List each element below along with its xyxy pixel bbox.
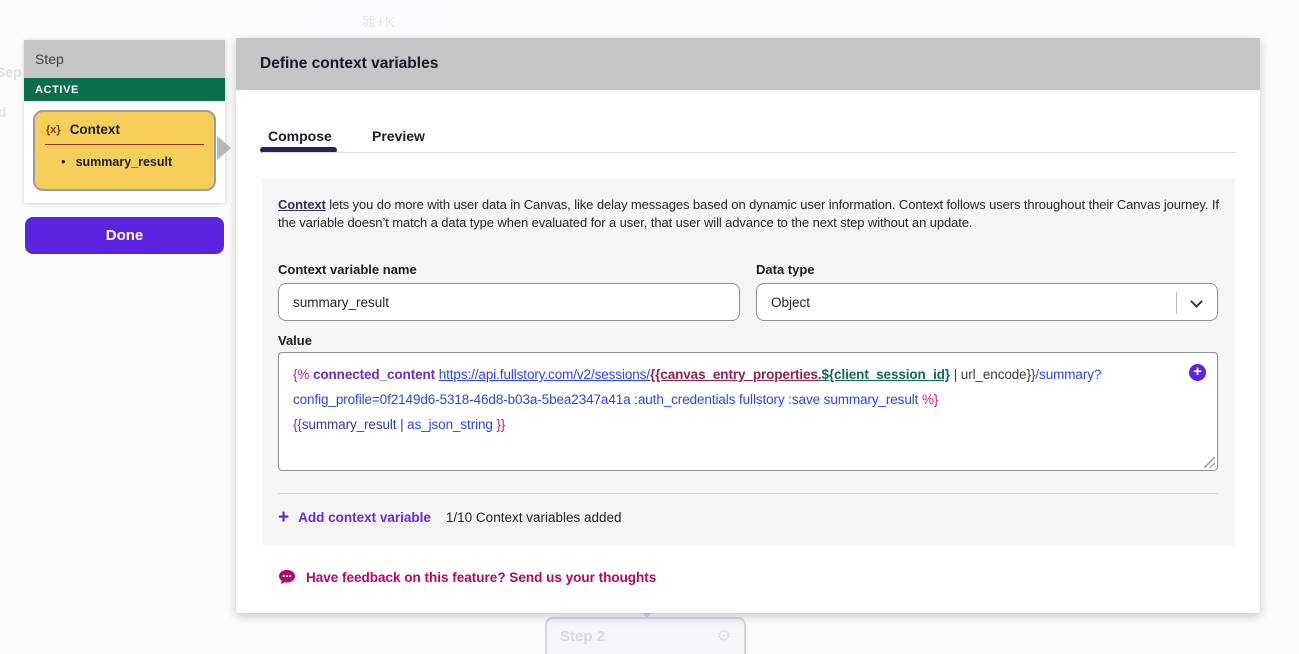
resize-handle-icon[interactable] — [1204, 457, 1215, 468]
context-variable-name: summary_result — [76, 155, 173, 169]
plus-icon[interactable]: + — [278, 508, 289, 527]
code-token: connected_content — [313, 367, 435, 382]
code-line: config_profile=0f2149d6-5318-46d8-b03a-5… — [293, 387, 1203, 412]
code-token: summary_result | — [302, 417, 407, 432]
canvas-editor-screen: ⌘+K Sep d Step 2 ⚙ Step ACTIVE {x} Conte… — [0, 0, 1299, 654]
code-token: %} — [922, 392, 938, 407]
feedback-text: Have feedback on this feature? Send us y… — [306, 570, 656, 585]
code-token: {{ — [293, 417, 302, 432]
tabs-divider — [262, 152, 1236, 153]
tab-preview[interactable]: Preview — [372, 128, 425, 144]
type-field-label: Data type — [756, 262, 815, 277]
value-editor[interactable]: {% connected_content https://api.fullsto… — [278, 352, 1218, 471]
code-token: {% — [293, 367, 313, 382]
context-card-title: Context — [70, 122, 120, 137]
tab-compose[interactable]: Compose — [268, 128, 332, 144]
code-line: {% connected_content https://api.fullsto… — [293, 362, 1203, 387]
step-panel-title: Step — [35, 51, 64, 67]
code-token: /summary? — [1035, 367, 1101, 382]
variable-count-text: 1/10 Context variables added — [446, 510, 622, 525]
step-panel-header: Step — [24, 40, 225, 78]
add-variable-row: + Add context variable 1/10 Context vari… — [278, 508, 622, 527]
done-button[interactable]: Done — [25, 217, 224, 254]
context-variable-icon: {x} — [46, 124, 61, 136]
bullet-icon: • — [61, 154, 66, 169]
insert-personalization-icon[interactable]: + — [1189, 364, 1206, 381]
select-divider — [1176, 292, 1177, 314]
code-token: ${client_session_id} — [822, 367, 951, 382]
code-token: {{canvas_entry_properties. — [650, 367, 822, 382]
context-doc-link[interactable]: Context — [278, 197, 326, 212]
active-status-badge: ACTIVE — [24, 78, 225, 101]
context-card-header: {x} Context — [35, 112, 214, 137]
background-step2-card: Step 2 ⚙ — [545, 617, 746, 654]
step-connector-arrow-icon — [217, 136, 231, 160]
context-variable-item: • summary_result — [35, 145, 214, 169]
modal-header: Define context variables — [236, 38, 1260, 90]
context-variable-name-input[interactable] — [278, 283, 740, 321]
chevron-down-icon — [1190, 295, 1203, 308]
data-type-selected-value: Object — [771, 295, 810, 310]
step-panel: Step ACTIVE {x} Context • summary_result — [24, 40, 225, 203]
value-editor-lines: {% connected_content https://api.fullsto… — [293, 362, 1203, 437]
name-field-label: Context variable name — [278, 262, 417, 277]
code-token: as_json_string — [407, 417, 496, 432]
data-type-select[interactable]: Object — [756, 283, 1218, 321]
define-context-variables-modal: Define context variables Compose Preview… — [236, 38, 1260, 613]
add-context-variable-button[interactable]: Add context variable — [298, 510, 431, 525]
code-line: {{summary_result | as_json_string }} — [293, 412, 1203, 437]
speech-bubble-icon — [278, 569, 296, 585]
value-field-label: Value — [278, 333, 312, 348]
section-divider — [278, 493, 1218, 494]
faded-background-text: Sep — [0, 64, 22, 80]
code-token: | url_encode}} — [950, 367, 1035, 382]
context-step-card[interactable]: {x} Context • summary_result — [33, 110, 216, 191]
gear-icon: ⚙ — [717, 629, 731, 645]
feedback-link[interactable]: Have feedback on this feature? Send us y… — [278, 569, 656, 585]
context-description: Context lets you do more with user data … — [278, 196, 1223, 233]
code-token: config_profile=0f2149d6-5318-46d8-b03a-5… — [293, 392, 922, 407]
modal-title: Define context variables — [260, 55, 438, 73]
step2-label: Step 2 — [560, 628, 605, 645]
code-token: https://api.fullstory.com/v2/sessions/ — [439, 367, 650, 382]
code-token: }} — [496, 417, 505, 432]
shortcut-hint: ⌘+K — [361, 13, 395, 31]
faded-background-text: d — [0, 104, 7, 120]
context-description-text: lets you do more with user data in Canva… — [278, 197, 1219, 230]
